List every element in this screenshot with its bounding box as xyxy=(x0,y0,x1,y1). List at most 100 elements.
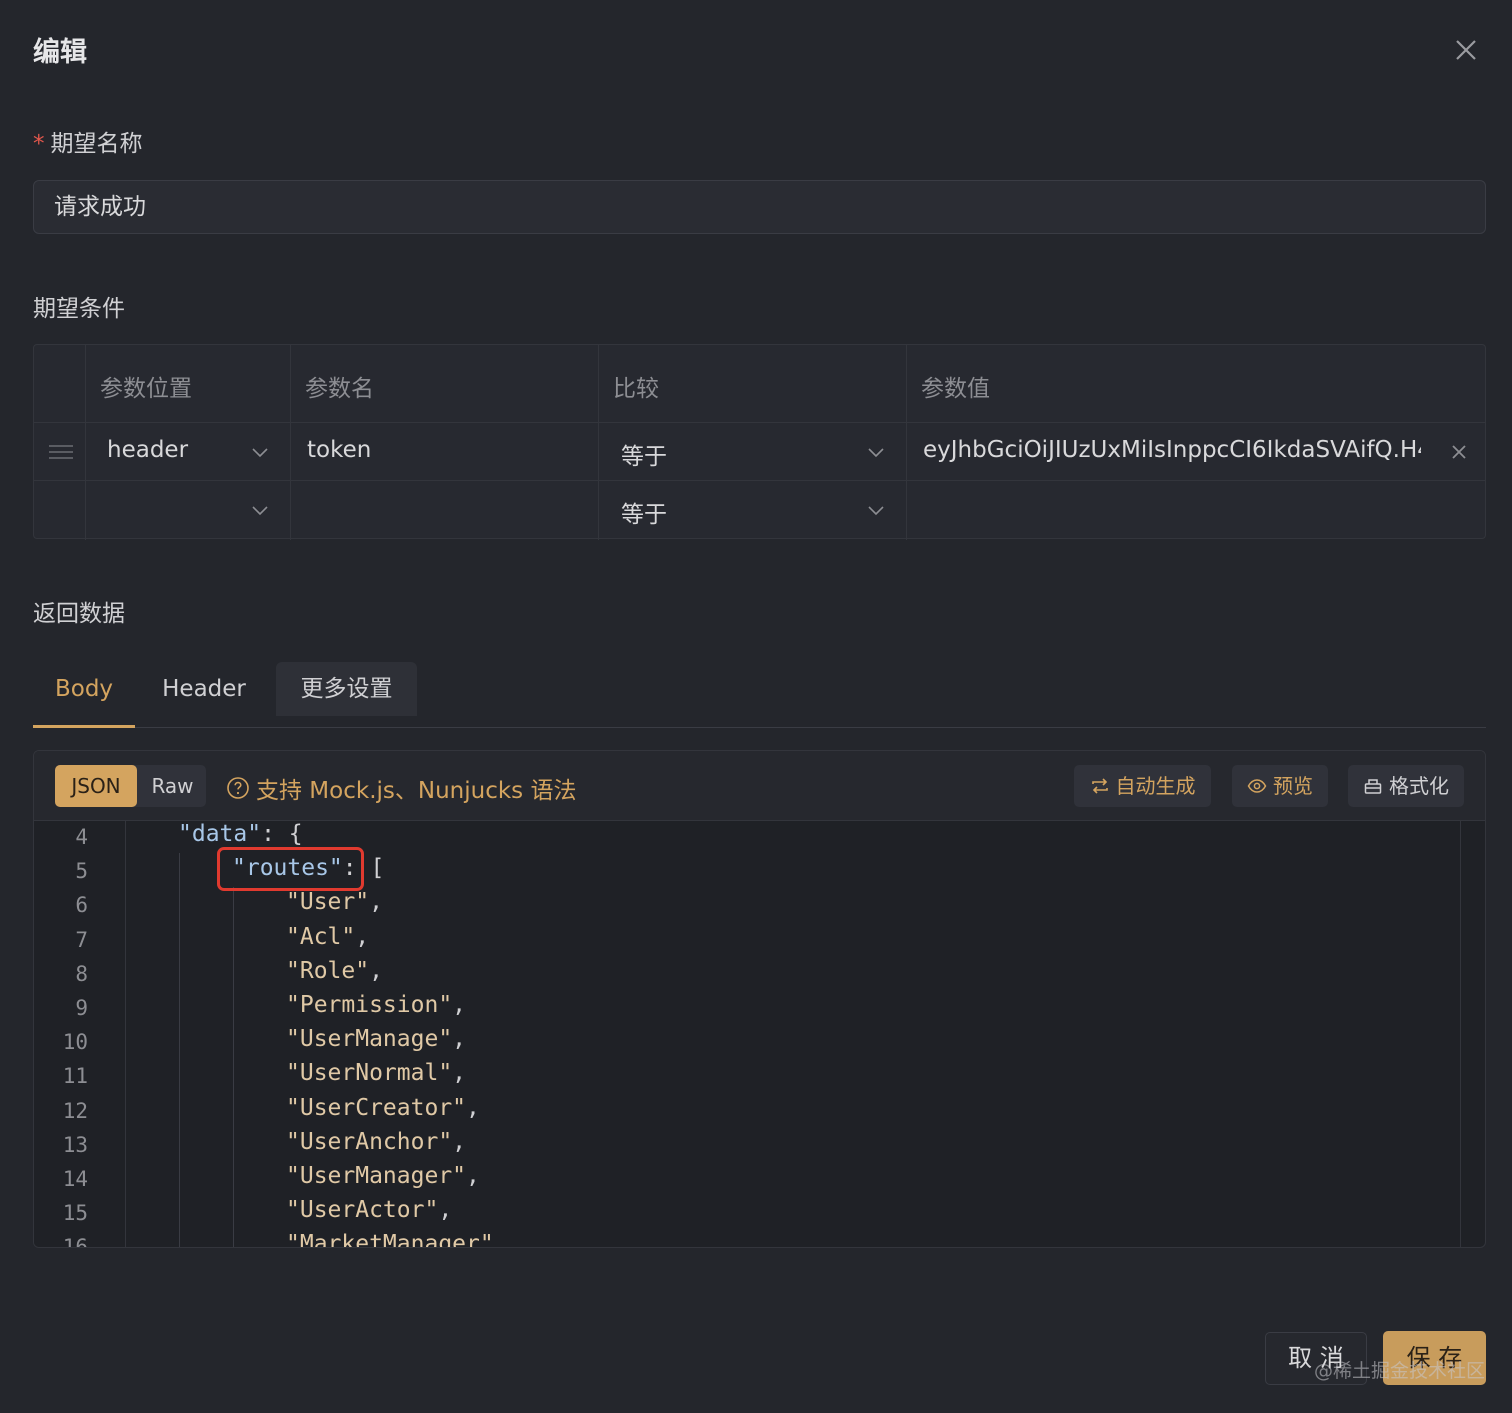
chevron-down-icon[interactable] xyxy=(866,442,886,462)
conditions-label: 期望条件 xyxy=(33,296,125,322)
drag-handle-icon[interactable] xyxy=(49,442,73,462)
table-row: header token 等于 eyJhbGciOiJIUzUxMiIsInpp… xyxy=(34,423,1485,481)
eye-icon xyxy=(1247,779,1267,793)
column-header-value: 参数值 xyxy=(921,376,990,402)
json-string: "UserNormal" xyxy=(286,1060,453,1087)
compare-select[interactable]: 等于 xyxy=(621,495,667,529)
preview-label: 预览 xyxy=(1273,774,1313,798)
line-number: 9 xyxy=(75,996,88,1020)
code-line: "Acl", xyxy=(286,924,369,950)
json-punctuation: , xyxy=(438,1197,453,1224)
code-line: "UserManage", xyxy=(286,1026,466,1052)
name-field-label: * 期望名称 xyxy=(33,124,143,158)
line-number: 13 xyxy=(62,1132,88,1157)
json-punctuation: , xyxy=(369,957,383,984)
mode-json-button[interactable]: JSON xyxy=(55,765,137,807)
syntax-hint-text: 支持 Mock.js、Nunjucks 语法 xyxy=(256,778,577,804)
conditions-table: 参数位置 参数名 比较 参数值 header token 等于 eyJhbGci… xyxy=(33,344,1486,540)
chevron-down-icon[interactable] xyxy=(250,442,270,462)
table-header-row: 参数位置 参数名 比较 参数值 xyxy=(34,345,1485,423)
swap-icon xyxy=(1091,778,1108,794)
code-line: "UserCreator", xyxy=(286,1095,480,1121)
code-line: "data": { xyxy=(178,821,303,847)
mode-switch: JSON Raw xyxy=(55,765,206,807)
format-icon xyxy=(1364,779,1382,794)
required-star-icon: * xyxy=(33,131,45,157)
json-punctuation: , xyxy=(452,992,467,1018)
code-line: "Role", xyxy=(286,958,383,984)
json-punctuation: , xyxy=(466,1094,480,1121)
column-header-compare: 比较 xyxy=(613,376,659,402)
clear-row-icon[interactable] xyxy=(1448,441,1470,463)
format-label: 格式化 xyxy=(1389,774,1449,798)
json-key: "data" xyxy=(178,821,262,847)
json-string: "UserActor" xyxy=(286,1197,439,1224)
json-string: "UserCreator" xyxy=(286,1094,467,1121)
close-button[interactable] xyxy=(1448,32,1484,68)
json-string: "UserAnchor" xyxy=(286,1128,453,1155)
line-number: 6 xyxy=(75,893,88,918)
json-string: "Acl" xyxy=(286,923,356,950)
name-label-text: 期望名称 xyxy=(50,131,143,157)
tab-header[interactable]: Header xyxy=(148,660,260,728)
indent-guide xyxy=(233,887,234,1247)
param-value-input[interactable]: eyJhbGciOiJIUzUxMiIsInppcCI6IkdaSVAifQ.H… xyxy=(923,437,1421,463)
auto-generate-label: 自动生成 xyxy=(1115,774,1196,798)
chevron-down-icon[interactable] xyxy=(250,500,270,520)
json-punctuation: , xyxy=(369,889,383,916)
code-line: "UserActor", xyxy=(286,1197,452,1223)
json-string: "Role" xyxy=(286,957,370,984)
tab-more-settings[interactable]: 更多设置 xyxy=(276,662,417,716)
code-line: "UserManager", xyxy=(286,1163,480,1189)
json-string: "UserManage" xyxy=(286,1026,453,1053)
dialog-title: 编辑 xyxy=(33,37,87,68)
line-number: 14 xyxy=(62,1167,88,1191)
json-string: "Permission" xyxy=(286,992,453,1018)
json-punctuation: , xyxy=(452,1060,467,1087)
line-number: 11 xyxy=(62,1064,88,1089)
tab-body[interactable]: Body xyxy=(33,660,135,728)
code-line: "User", xyxy=(286,889,383,915)
indent-guide xyxy=(179,853,180,1247)
chevron-down-icon[interactable] xyxy=(866,500,886,520)
body-editor-panel: JSON Raw 支持 Mock.js、Nunjucks 语法 自动生成 预览 … xyxy=(33,750,1486,1248)
code-line: "UserAnchor", xyxy=(286,1129,466,1155)
table-row: 等于 xyxy=(34,481,1485,539)
expectation-name-input[interactable]: 请求成功 xyxy=(33,180,1486,234)
line-number: 16 xyxy=(62,1235,88,1248)
code-line: "routes": [ xyxy=(232,855,384,881)
json-punctuation: : [ xyxy=(342,855,385,882)
format-button[interactable]: 格式化 xyxy=(1348,765,1464,807)
close-icon[interactable] xyxy=(1448,32,1484,68)
line-number: 7 xyxy=(75,927,88,952)
preview-button[interactable]: 预览 xyxy=(1232,765,1328,807)
line-number: 15 xyxy=(62,1201,88,1226)
line-number: 4 xyxy=(75,825,88,849)
json-punctuation: , xyxy=(466,1163,480,1189)
auto-generate-button[interactable]: 自动生成 xyxy=(1074,765,1211,807)
column-header-name: 参数名 xyxy=(305,376,374,402)
compare-select[interactable]: 等于 xyxy=(621,437,667,471)
code-editor[interactable]: 4 "data": { 5 "routes": [ 6 "User", 7 "Acl", 8 "R… xyxy=(34,821,1485,1248)
watermark: @稀土掘金技术社区 xyxy=(1314,1360,1486,1382)
response-tabs: Body Header 更多设置 xyxy=(33,660,1486,728)
line-number: 12 xyxy=(62,1098,88,1123)
json-string: "UserManager" xyxy=(286,1163,467,1189)
json-punctuation: : { xyxy=(261,821,303,847)
line-number: 5 xyxy=(75,859,88,884)
vertical-scrollbar[interactable] xyxy=(1460,821,1461,1247)
line-number: 10 xyxy=(62,1030,88,1055)
location-select[interactable]: header xyxy=(107,437,188,463)
json-string: "MarketManager" xyxy=(286,1231,494,1248)
param-name-input[interactable]: token xyxy=(307,437,371,463)
response-label: 返回数据 xyxy=(33,601,125,627)
code-line: "MarketManager" xyxy=(286,1231,494,1248)
json-punctuation: , xyxy=(452,1128,467,1155)
syntax-hint: 支持 Mock.js、Nunjucks 语法 xyxy=(226,771,576,805)
mode-raw-button[interactable]: Raw xyxy=(139,765,206,807)
help-circle-icon xyxy=(227,777,249,799)
line-number: 8 xyxy=(75,961,88,986)
code-line: "Permission", xyxy=(286,992,466,1018)
json-punctuation: , xyxy=(355,923,370,950)
json-key: "routes" xyxy=(232,855,343,882)
